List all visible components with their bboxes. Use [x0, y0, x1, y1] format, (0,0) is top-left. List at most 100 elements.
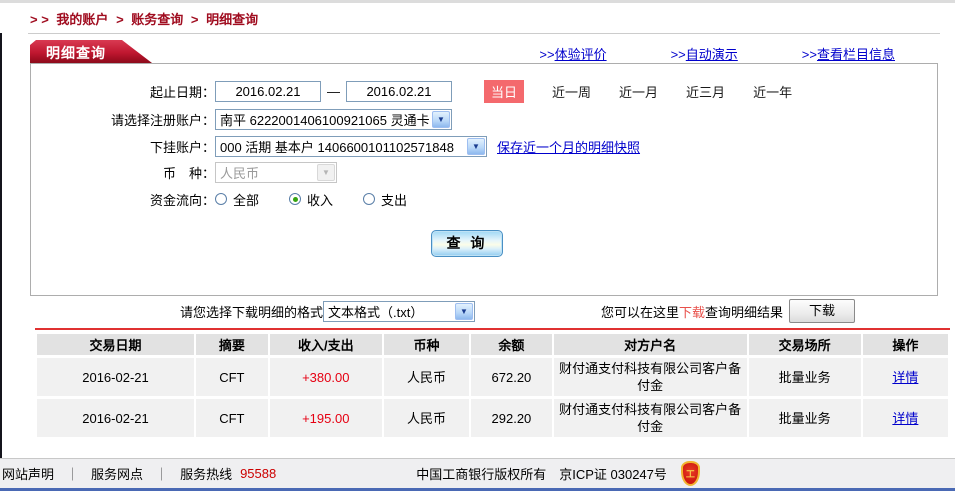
detail-link[interactable]: 详情 — [892, 370, 918, 385]
cell-venue: 批量业务 — [749, 358, 861, 396]
cell-date: 2016-02-21 — [37, 399, 194, 437]
download-format-group: 请您选择下载明细的格式 文本格式（.txt） ▼ — [180, 301, 475, 322]
download-hint-group: 您可以在这里 下载 查询明细结果 下载 — [601, 299, 855, 323]
left-frame-edge — [0, 33, 2, 458]
download-format-select[interactable]: 文本格式（.txt） ▼ — [323, 301, 475, 322]
col-header-action: 操作 — [863, 334, 948, 355]
currency-label: 币 种： — [31, 163, 215, 182]
footer-link-service-outlets[interactable]: 服务网点 — [91, 464, 143, 483]
top-gray-bar — [0, 0, 955, 3]
cell-amount: +380.00 — [270, 358, 382, 396]
fund-flow-label: 资金流向： — [31, 190, 215, 209]
cell-counterparty: 财付通支付科技有限公司客户备付金 — [554, 358, 747, 396]
chevron-down-icon: ▼ — [467, 138, 485, 155]
chevron-down-icon: ▼ — [317, 164, 335, 181]
quick-range-year[interactable]: 近一年 — [753, 82, 792, 101]
red-divider — [35, 328, 950, 330]
cell-summary: CFT — [196, 358, 268, 396]
radio-selected-icon — [289, 193, 301, 205]
col-header-counterparty: 对方户名 — [554, 334, 747, 355]
cell-date: 2016-02-21 — [37, 358, 194, 396]
col-header-balance: 余额 — [471, 334, 552, 355]
sub-account-label: 下挂账户： — [31, 137, 215, 156]
radio-icon — [215, 193, 227, 205]
breadcrumb-item-detail-query: 明细查询 — [206, 12, 258, 27]
cell-venue: 批量业务 — [749, 399, 861, 437]
download-inline-link[interactable]: 下载 — [679, 302, 705, 321]
breadcrumb-separator: > — [191, 12, 199, 27]
query-form-panel: 起止日期： — 当日 近一周 近一月 近三月 近一年 请选择注册账户： 南平 6… — [30, 63, 938, 296]
register-account-row: 请选择注册账户： 南平 6222001406100921065 灵通卡 ▼ — [31, 107, 937, 131]
col-header-currency: 币种 — [384, 334, 469, 355]
download-format-label: 请您选择下载明细的格式 — [180, 302, 323, 321]
radio-flow-expense[interactable]: 支出 — [363, 190, 407, 209]
date-to-input[interactable] — [346, 81, 452, 102]
breadcrumb-separator: > — [116, 12, 124, 27]
chevron-down-icon: ▼ — [432, 111, 450, 128]
register-account-select[interactable]: 南平 6222001406100921065 灵通卡 ▼ — [215, 109, 452, 130]
footer: 网站声明 ｜ 服务网点 ｜ 服务热线 95588 中国工商银行版权所有 京ICP… — [0, 458, 955, 491]
download-hint-pre: 您可以在这里 — [601, 302, 679, 321]
link-view-column-info[interactable]: >>查看栏目信息 — [802, 44, 895, 63]
quick-range-quarter[interactable]: 近三月 — [686, 82, 725, 101]
footer-copyright: 中国工商银行版权所有 京ICP证 030247号 — [416, 464, 667, 483]
breadcrumb-prefix: > > — [30, 12, 49, 27]
breadcrumb: > > 我的账户 > 账务查询 > 明细查询 — [30, 9, 262, 28]
download-hint-post: 查询明细结果 — [705, 302, 783, 321]
footer-links: 网站声明 ｜ 服务网点 ｜ 服务热线 95588 — [0, 464, 276, 483]
radio-icon — [363, 193, 375, 205]
icbc-badge-icon: 工 — [681, 461, 700, 486]
cell-amount: +195.00 — [270, 399, 382, 437]
cell-balance: 292.20 — [471, 399, 552, 437]
col-header-date: 交易日期 — [37, 334, 194, 355]
sub-account-select[interactable]: 000 活期 基本户 1406600101102571848 ▼ — [215, 136, 487, 157]
save-snapshot-link[interactable]: 保存近一个月的明细快照 — [497, 137, 640, 156]
breadcrumb-item-account-query[interactable]: 账务查询 — [131, 12, 183, 27]
tab-detail-query: 明细查询 — [30, 40, 152, 63]
cell-currency: 人民币 — [384, 399, 469, 437]
footer-hotline-number: 95588 — [240, 466, 276, 481]
date-range-label: 起止日期： — [31, 82, 215, 101]
query-button[interactable]: 查 询 — [431, 230, 503, 257]
footer-link-site-statement[interactable]: 网站声明 — [2, 464, 54, 483]
date-range-row: 起止日期： — 当日 近一周 近一月 近三月 近一年 — [31, 79, 937, 103]
tab-row: 明细查询 >>体验评价 >>自动演示 >>查看栏目信息 — [30, 40, 940, 63]
footer-separator: ｜ — [155, 464, 168, 483]
cell-counterparty: 财付通支付科技有限公司客户备付金 — [554, 399, 747, 437]
download-row: 请您选择下载明细的格式 文本格式（.txt） ▼ 您可以在这里 下载 查询明细结… — [0, 298, 955, 324]
cell-summary: CFT — [196, 399, 268, 437]
register-account-label: 请选择注册账户： — [31, 110, 215, 129]
top-links: >>体验评价 >>自动演示 >>查看栏目信息 — [539, 40, 895, 63]
quick-range-week[interactable]: 近一周 — [552, 82, 591, 101]
link-experience-rating[interactable]: >>体验评价 — [539, 44, 606, 63]
transactions-table: 交易日期 摘要 收入/支出 币种 余额 对方户名 交易场所 操作 2016-02… — [35, 331, 950, 440]
breadcrumb-divider — [28, 33, 940, 34]
sub-account-row: 下挂账户： 000 活期 基本户 1406600101102571848 ▼ 保… — [31, 134, 937, 158]
currency-select: 人民币 ▼ — [215, 162, 337, 183]
breadcrumb-item-my-accounts[interactable]: 我的账户 — [56, 12, 108, 27]
col-header-summary: 摘要 — [196, 334, 268, 355]
date-dash: — — [327, 84, 340, 99]
currency-row: 币 种： 人民币 ▼ — [31, 160, 937, 184]
link-auto-demo[interactable]: >>自动演示 — [671, 44, 738, 63]
table-header-row: 交易日期 摘要 收入/支出 币种 余额 对方户名 交易场所 操作 — [37, 334, 948, 355]
table-row: 2016-02-21 CFT +380.00 人民币 672.20 财付通支付科… — [37, 358, 948, 396]
chevron-down-icon: ▼ — [455, 303, 473, 320]
col-header-venue: 交易场所 — [749, 334, 861, 355]
date-from-input[interactable] — [215, 81, 321, 102]
cell-balance: 672.20 — [471, 358, 552, 396]
fund-flow-row: 资金流向： 全部 收入 支出 — [31, 187, 937, 211]
quick-range-today[interactable]: 当日 — [484, 80, 524, 103]
radio-flow-income[interactable]: 收入 — [289, 190, 333, 209]
table-row: 2016-02-21 CFT +195.00 人民币 292.20 财付通支付科… — [37, 399, 948, 437]
footer-separator: ｜ — [66, 464, 79, 483]
radio-flow-all[interactable]: 全部 — [215, 190, 259, 209]
cell-currency: 人民币 — [384, 358, 469, 396]
query-button-row: 查 询 — [31, 230, 937, 257]
detail-link[interactable]: 详情 — [892, 411, 918, 426]
col-header-amount: 收入/支出 — [270, 334, 382, 355]
quick-range-month[interactable]: 近一月 — [619, 82, 658, 101]
icbc-detail-query-page: { "breadcrumb": { "prefix": "> >", "sep"… — [0, 0, 955, 494]
download-button[interactable]: 下载 — [789, 299, 855, 323]
footer-hotline-label: 服务热线 — [180, 464, 232, 483]
